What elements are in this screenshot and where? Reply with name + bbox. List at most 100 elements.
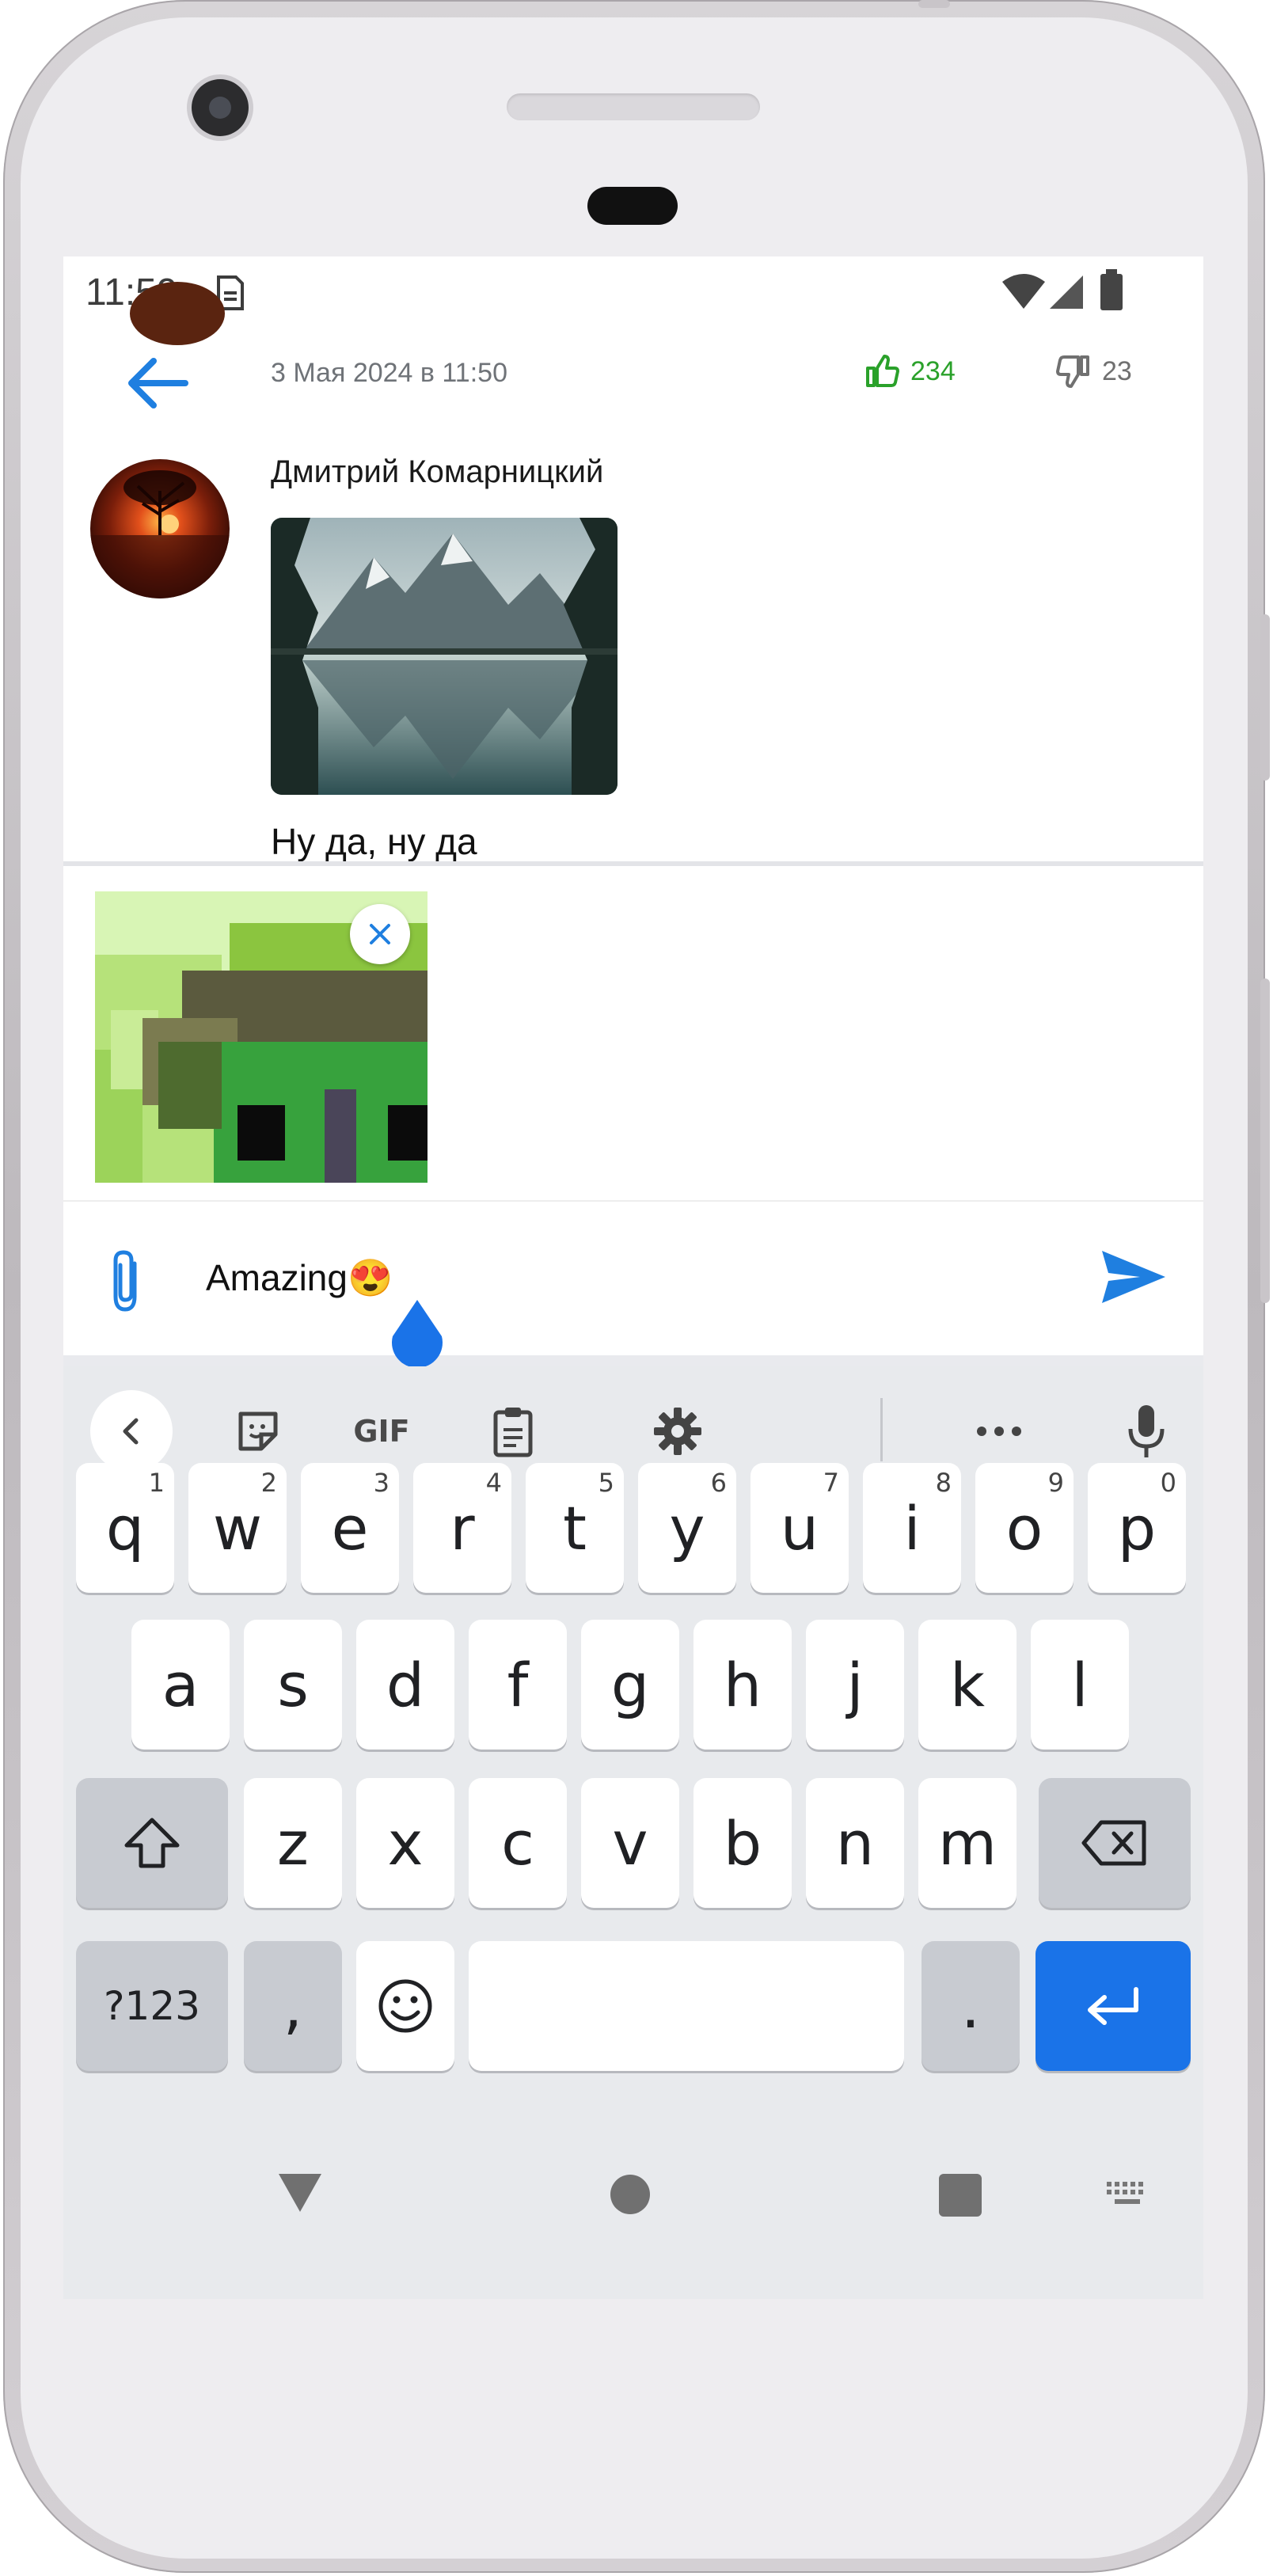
comment-thread: 3 Мая 2024 в 11:50 234 23 Дмитрий Комарн… (63, 282, 1203, 862)
key-3[interactable]: 4r (413, 1463, 511, 1593)
key-label: d (386, 1649, 425, 1720)
author-avatar[interactable] (90, 459, 230, 598)
like-count: 234 (910, 355, 956, 386)
proximity-sensor (587, 187, 678, 225)
key-5[interactable]: 6y (638, 1463, 736, 1593)
key-label: y (669, 1492, 705, 1563)
space-key[interactable] (469, 1941, 904, 2071)
key-label: z (277, 1807, 309, 1879)
key-label: h (723, 1649, 762, 1720)
gif-label: GIF (353, 1414, 410, 1449)
key-0[interactable]: 1q (76, 1463, 174, 1593)
nav-home-icon[interactable] (610, 2174, 651, 2215)
key-row2-3[interactable]: f (469, 1620, 567, 1750)
key-row3-4[interactable]: b (694, 1778, 792, 1908)
clipboard-button[interactable] (472, 1390, 554, 1472)
front-camera (192, 79, 249, 136)
key-8[interactable]: 9o (975, 1463, 1074, 1593)
key-6[interactable]: 7u (750, 1463, 849, 1593)
shift-key[interactable] (76, 1778, 228, 1908)
key-label: b (723, 1807, 762, 1879)
key-label: o (1005, 1492, 1043, 1563)
key-row3-2[interactable]: c (469, 1778, 567, 1908)
close-icon (370, 924, 390, 944)
key-row3-3[interactable]: v (581, 1778, 679, 1908)
power-button (1260, 614, 1270, 781)
partial-avatar (130, 282, 225, 345)
comma-label: , (283, 1970, 303, 2042)
key-label: f (507, 1649, 529, 1720)
key-row3-1[interactable]: x (356, 1778, 454, 1908)
sticker-button[interactable] (217, 1390, 299, 1472)
key-label: i (903, 1492, 921, 1563)
text-cursor-handle[interactable] (388, 1297, 446, 1368)
key-hint: 7 (823, 1468, 839, 1498)
key-row3-5[interactable]: n (806, 1778, 904, 1908)
key-row3-0[interactable]: z (244, 1778, 342, 1908)
key-label: g (610, 1649, 650, 1720)
key-label: p (1117, 1492, 1157, 1563)
gif-button[interactable]: GIF (340, 1390, 423, 1472)
key-row2-4[interactable]: g (581, 1620, 679, 1750)
key-label: e (331, 1492, 369, 1563)
message-input[interactable] (206, 1246, 1077, 1309)
nav-recents-icon[interactable] (939, 2174, 982, 2217)
key-hint: 1 (148, 1468, 165, 1498)
keyboard-switch-icon[interactable] (1105, 2180, 1150, 2207)
key-9[interactable]: 0p (1088, 1463, 1186, 1593)
emoji-icon (378, 1979, 432, 2033)
backspace-key[interactable] (1039, 1778, 1191, 1908)
send-icon[interactable] (1100, 1248, 1167, 1306)
key-2[interactable]: 3e (301, 1463, 399, 1593)
comma-key[interactable]: , (244, 1941, 342, 2071)
backspace-icon (1081, 1820, 1146, 1866)
key-label: a (162, 1649, 200, 1720)
symbols-label: ?123 (104, 1983, 200, 2029)
key-row2-8[interactable]: l (1031, 1620, 1129, 1750)
sticker-icon (238, 1411, 278, 1451)
key-row2-6[interactable]: j (806, 1620, 904, 1750)
key-row3-6[interactable]: m (918, 1778, 1016, 1908)
top-edge-button (918, 0, 950, 8)
key-4[interactable]: 5t (526, 1463, 624, 1593)
key-label: w (212, 1492, 263, 1563)
status-bar: 11:59 (63, 256, 1203, 329)
thumbs-down-icon (1056, 355, 1089, 388)
period-key[interactable]: . (922, 1941, 1020, 2071)
key-row2-0[interactable]: a (131, 1620, 230, 1750)
key-row2-2[interactable]: d (356, 1620, 454, 1750)
like-button[interactable]: 234 (864, 351, 956, 391)
settings-button[interactable] (636, 1390, 719, 1472)
key-hint: 5 (598, 1468, 614, 1498)
key-7[interactable]: 8i (863, 1463, 961, 1593)
key-row2-7[interactable]: k (918, 1620, 1016, 1750)
dislike-button[interactable]: 23 (1056, 351, 1132, 391)
key-hint: 4 (485, 1468, 502, 1498)
comment-text: Ну да, ну да (271, 821, 477, 862)
key-row2-1[interactable]: s (244, 1620, 342, 1750)
key-label: k (949, 1649, 985, 1720)
voice-input-button[interactable] (1105, 1390, 1188, 1472)
nav-back-icon[interactable] (277, 2172, 323, 2213)
key-label: t (563, 1492, 587, 1563)
key-label: n (835, 1807, 875, 1879)
key-label: j (846, 1649, 864, 1720)
symbols-key[interactable]: ?123 (76, 1941, 228, 2071)
key-row2-5[interactable]: h (694, 1620, 792, 1750)
author-name[interactable]: Дмитрий Комарницкий (271, 454, 603, 490)
gear-icon (654, 1408, 701, 1455)
key-1[interactable]: 2w (188, 1463, 287, 1593)
paperclip-icon[interactable] (101, 1246, 152, 1317)
emoji-key[interactable] (356, 1941, 454, 2071)
key-label: x (387, 1807, 424, 1879)
key-label: v (612, 1807, 648, 1879)
clipboard-icon (493, 1408, 533, 1457)
back-arrow-icon[interactable] (122, 351, 193, 415)
remove-attachment-button[interactable] (350, 904, 410, 964)
dislike-count: 23 (1102, 355, 1132, 386)
enter-key[interactable] (1036, 1941, 1191, 2071)
key-label: r (450, 1492, 475, 1563)
more-button[interactable] (958, 1390, 1040, 1472)
comment-image[interactable] (271, 518, 618, 795)
keyboard-collapse-button[interactable] (90, 1390, 173, 1472)
